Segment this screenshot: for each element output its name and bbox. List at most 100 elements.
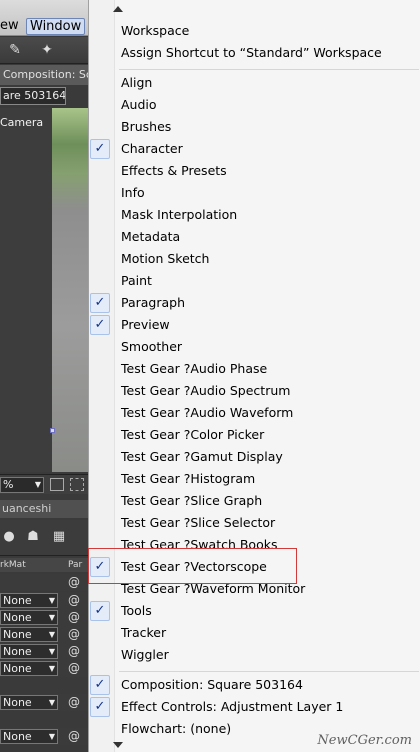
- track-matte-select[interactable]: None ▼: [0, 729, 58, 744]
- menu-item[interactable]: Test Gear ?Slice Graph: [89, 490, 420, 512]
- layer-row: None ▼ @: [0, 694, 90, 711]
- trkmat-column-header: rkMat: [0, 560, 26, 570]
- chevron-down-icon: ▼: [48, 647, 55, 656]
- watermark: NewCGer.com: [317, 733, 412, 748]
- menu-item-label: Test Gear ?Color Picker: [121, 427, 265, 442]
- menu-item[interactable]: ✓ Preview: [89, 314, 420, 336]
- menu-item-label: Test Gear ?Audio Phase: [121, 361, 268, 376]
- menu-item-label: Paragraph: [121, 295, 186, 310]
- menu-item[interactable]: ✓ Composition: Square 503164: [89, 674, 420, 696]
- menu-item-label: Test Gear ?Slice Graph: [121, 493, 263, 508]
- timeline-toolbar: ● ☗ ▦: [0, 520, 90, 556]
- parent-pickwhip-icon[interactable]: @: [68, 575, 80, 589]
- menu-item-label: Tools: [121, 603, 152, 618]
- parent-pickwhip-icon[interactable]: @: [68, 593, 80, 607]
- tools-panel: ✎ ✦: [0, 37, 90, 64]
- menu-view[interactable]: ew: [0, 18, 19, 35]
- menu-item[interactable]: Test Gear ?Audio Phase: [89, 358, 420, 380]
- frame-blending-icon[interactable]: ▦: [50, 528, 68, 546]
- menu-item[interactable]: Test Gear ?Audio Waveform: [89, 402, 420, 424]
- checkmark-icon: ✓: [90, 315, 110, 335]
- menu-item[interactable]: Align: [89, 72, 420, 94]
- layer-row: None ▼ @: [0, 626, 90, 643]
- red-highlight-annotation: [88, 548, 297, 584]
- menu-item[interactable]: Info: [89, 182, 420, 204]
- layer-row: None ▼ @: [0, 592, 90, 609]
- track-matte-select[interactable]: None ▼: [0, 610, 58, 625]
- menu-item[interactable]: Brushes: [89, 116, 420, 138]
- menu-item[interactable]: Mask Interpolation: [89, 204, 420, 226]
- track-matte-select[interactable]: None ▼: [0, 644, 58, 659]
- menu-item[interactable]: Workspace: [89, 20, 420, 42]
- chevron-down-icon: ▼: [48, 613, 55, 622]
- menu-item[interactable]: ✓ Tools: [89, 600, 420, 622]
- menu-item-label: Assign Shortcut to “Standard” Workspace: [121, 45, 382, 60]
- parent-pickwhip-icon[interactable]: @: [68, 627, 80, 641]
- menu-item[interactable]: Motion Sketch: [89, 248, 420, 270]
- menu-item[interactable]: ✓ Character: [89, 138, 420, 160]
- menu-item-label: Tracker: [121, 625, 167, 640]
- parent-pickwhip-icon[interactable]: @: [68, 644, 80, 658]
- menu-item[interactable]: Audio: [89, 94, 420, 116]
- menu-item-label: Workspace: [121, 23, 190, 38]
- menu-item[interactable]: Test Gear ?Histogram: [89, 468, 420, 490]
- layer-handle[interactable]: [50, 428, 55, 433]
- parent-pickwhip-icon[interactable]: @: [68, 610, 80, 624]
- menu-item[interactable]: Assign Shortcut to “Standard” Workspace: [89, 42, 420, 64]
- checkmark-icon: ✓: [90, 697, 110, 717]
- chevron-down-icon: ▼: [34, 480, 41, 489]
- puppet-pin-tool-icon[interactable]: ✦: [38, 41, 56, 59]
- region-of-interest-icon[interactable]: [50, 478, 64, 491]
- zoom-select[interactable]: % ▼: [0, 477, 44, 493]
- track-matte-select[interactable]: None ▼: [0, 695, 58, 710]
- layer-row: @: [0, 574, 90, 591]
- menu-item-label: Test Gear ?Audio Spectrum: [121, 383, 291, 398]
- layer-row: None ▼ @: [0, 609, 90, 626]
- window-menu-dropdown: Workspace Assign Shortcut to “Standard” W…: [88, 0, 420, 752]
- menu-item[interactable]: Tracker: [89, 622, 420, 644]
- parent-pickwhip-icon[interactable]: @: [68, 695, 80, 709]
- composition-viewer[interactable]: Camera: [0, 108, 90, 472]
- menu-item-label: Test Gear ?Audio Waveform: [121, 405, 294, 420]
- menu-item[interactable]: Smoother: [89, 336, 420, 358]
- menubar: ew Window: [0, 0, 90, 36]
- layer-row: None ▼ @: [0, 728, 90, 745]
- chevron-down-icon: ▼: [48, 596, 55, 605]
- composition-panel-title: Composition: Sc: [0, 65, 90, 85]
- menu-item[interactable]: Test Gear ?Gamut Display: [89, 446, 420, 468]
- scroll-down-arrow-icon[interactable]: [113, 742, 123, 748]
- viewer-dark-area: [0, 108, 52, 472]
- menu-item[interactable]: ✓ Effect Controls: Adjustment Layer 1: [89, 696, 420, 718]
- menu-item[interactable]: Wiggler: [89, 644, 420, 666]
- transparency-grid-icon[interactable]: [70, 478, 84, 491]
- chevron-down-icon: ▼: [48, 732, 55, 741]
- track-matte-select[interactable]: None ▼: [0, 627, 58, 642]
- menu-item[interactable]: Metadata: [89, 226, 420, 248]
- menu-item[interactable]: Paint: [89, 270, 420, 292]
- menu-window[interactable]: Window: [26, 18, 86, 35]
- menu-item[interactable]: Test Gear ?Slice Selector: [89, 512, 420, 534]
- live-update-icon[interactable]: ●: [0, 528, 18, 546]
- parent-pickwhip-icon[interactable]: @: [68, 729, 80, 743]
- parent-pickwhip-icon[interactable]: @: [68, 661, 80, 675]
- layer-row: None ▼ @: [0, 660, 90, 677]
- scroll-up-arrow-icon[interactable]: [113, 6, 123, 12]
- checkmark-icon: ✓: [90, 601, 110, 621]
- after-effects-app: ew Window ✎ ✦ Composition: Sc are 503164…: [0, 0, 90, 752]
- menu-item-label: Metadata: [121, 229, 181, 244]
- composition-tab[interactable]: are 503164: [0, 87, 66, 105]
- timeline-tab[interactable]: uanceshi: [0, 500, 90, 518]
- track-matte-select[interactable]: None ▼: [0, 661, 58, 676]
- menu-item[interactable]: Effects & Presets: [89, 160, 420, 182]
- menu-item[interactable]: Test Gear ?Audio Spectrum: [89, 380, 420, 402]
- menu-item-label: Character: [121, 141, 183, 156]
- checkmark-icon: ✓: [90, 293, 110, 313]
- track-matte-select[interactable]: None ▼: [0, 593, 58, 608]
- menu-item-label: Wiggler: [121, 647, 169, 662]
- menu-item[interactable]: ✓ Paragraph: [89, 292, 420, 314]
- brush-tool-icon[interactable]: ✎: [6, 41, 24, 59]
- shy-layers-icon[interactable]: ☗: [24, 528, 42, 546]
- viewer-controls: % ▼: [0, 474, 90, 494]
- menu-item[interactable]: Test Gear ?Color Picker: [89, 424, 420, 446]
- checkmark-icon: ✓: [90, 139, 110, 159]
